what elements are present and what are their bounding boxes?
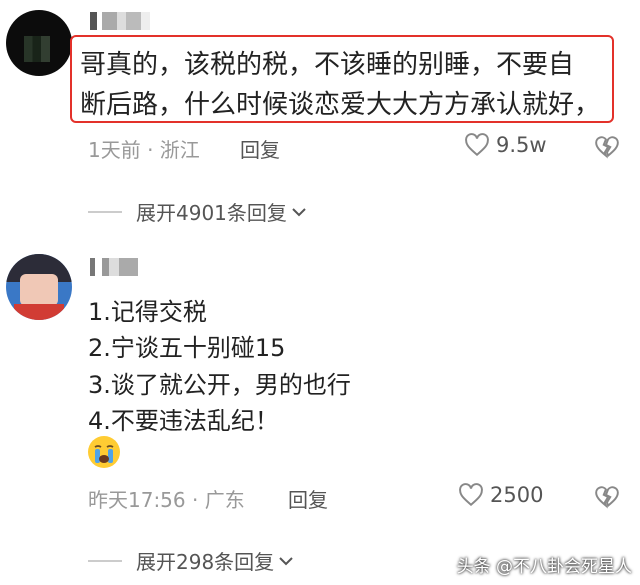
username-pixelated[interactable] <box>90 258 138 276</box>
chevron-down-icon <box>292 207 306 216</box>
expand-replies-label: 展开4901条回复 <box>136 201 287 225</box>
reply-button[interactable]: 回复 <box>240 134 280 163</box>
avatar[interactable] <box>6 254 72 320</box>
chevron-down-icon <box>279 556 293 565</box>
heart-icon <box>459 483 483 507</box>
comment-text-line: 3.谈了就公开，男的也行 <box>88 371 351 399</box>
comment-meta: 1天前 · 浙江 <box>88 138 200 162</box>
heart-icon <box>465 133 489 157</box>
like-button[interactable]: 2500 <box>458 483 543 507</box>
crying-emoji-icon <box>88 436 120 468</box>
comment-text-line: 断后路，什么时候谈恋爱大大方方承认就好， <box>80 90 601 120</box>
comment-text-line: 哥真的，该税的税，不该睡的别睡，不要自 <box>80 50 575 80</box>
like-button[interactable]: 9.5w <box>464 133 547 157</box>
comment-text-line: 4.不要违法乱纪！ <box>88 407 279 435</box>
watermark: 头条 @不八卦会死星人 <box>456 557 632 577</box>
expand-replies-button[interactable]: 展开4901条回复 <box>88 197 307 226</box>
expand-replies-button[interactable]: 展开298条回复 <box>88 546 294 575</box>
reply-button[interactable]: 回复 <box>288 484 328 513</box>
comment-text-line: 1.记得交税 <box>88 298 207 326</box>
broken-heart-icon[interactable] <box>594 135 620 159</box>
broken-heart-icon[interactable] <box>594 485 620 509</box>
comment-text-line: 2.宁谈五十别碰15 <box>88 334 286 362</box>
comment-meta: 昨天17:56 · 广东 <box>88 488 245 512</box>
like-count: 9.5w <box>496 133 547 157</box>
avatar[interactable] <box>6 10 72 76</box>
username-pixelated[interactable] <box>90 12 150 30</box>
like-count: 2500 <box>490 483 544 507</box>
expand-replies-label: 展开298条回复 <box>136 550 275 574</box>
